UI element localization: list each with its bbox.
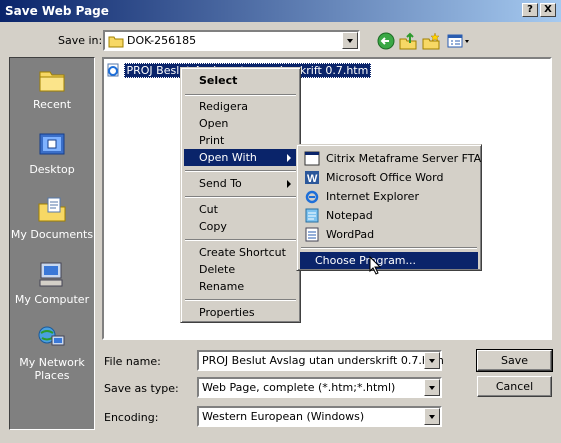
my-computer-icon	[39, 262, 63, 287]
ie-html-file-icon	[107, 63, 119, 77]
file-name-field[interactable]: PROJ Beslut Avslag utan underskrift 0.7.…	[197, 350, 444, 371]
menu-item-create-shortcut[interactable]: Create Shortcut	[184, 244, 297, 261]
menu-item-delete[interactable]: Delete	[184, 261, 297, 278]
encoding-label: Encoding:	[104, 411, 159, 424]
place-network[interactable]: My Network Places	[10, 324, 94, 382]
menu-item-open-with[interactable]: Open With	[184, 149, 297, 166]
submenu-item-citrix[interactable]: Citrix Metaframe Server FTA	[300, 150, 481, 167]
menu-separator	[185, 299, 296, 301]
folder-icon	[108, 36, 124, 48]
word-icon: W	[305, 171, 319, 185]
chevron-down-icon[interactable]	[342, 32, 358, 49]
save-in-value: DOK-256185	[127, 34, 197, 47]
notepad-icon	[305, 208, 319, 223]
menu-item-properties[interactable]: Properties	[184, 304, 297, 321]
chevron-down-icon[interactable]	[424, 408, 440, 425]
menu-item-cut[interactable]: Cut	[184, 201, 297, 218]
menu-item-send-to[interactable]: Send To	[184, 175, 297, 192]
menu-separator	[185, 239, 296, 241]
recent-icon	[39, 71, 65, 92]
menu-item-rename[interactable]: Rename	[184, 278, 297, 295]
citrix-icon	[304, 151, 320, 166]
place-recent[interactable]: Recent	[10, 66, 94, 111]
menu-item-open[interactable]: Open	[184, 115, 297, 132]
file-name-label: File name:	[104, 355, 161, 368]
menu-item-copy[interactable]: Copy	[184, 218, 297, 235]
menu-item-redigera[interactable]: Redigera	[184, 98, 297, 115]
file-name-value: PROJ Beslut Avslag utan underskrift 0.7.…	[202, 354, 444, 367]
views-menu-icon[interactable]	[446, 31, 472, 51]
cancel-button[interactable]: Cancel	[477, 376, 552, 397]
places-bar: Recent Desktop My Documents My Computer	[9, 57, 95, 430]
place-desktop[interactable]: Desktop	[10, 131, 94, 176]
menu-item-print[interactable]: Print	[184, 132, 297, 149]
menu-separator	[185, 170, 296, 172]
up-folder-icon[interactable]	[398, 31, 418, 51]
save-as-type-label: Save as type:	[104, 382, 179, 395]
place-my-computer[interactable]: My Computer	[10, 261, 94, 306]
back-icon[interactable]	[376, 31, 396, 51]
network-places-icon	[38, 326, 65, 346]
menu-item-select[interactable]: Select	[184, 72, 297, 89]
new-folder-icon[interactable]	[421, 31, 441, 51]
my-documents-icon	[38, 197, 66, 222]
menu-separator	[301, 247, 477, 249]
open-with-submenu: Citrix Metaframe Server FTA W Microsoft …	[296, 144, 482, 271]
submenu-item-notepad[interactable]: Notepad	[300, 207, 478, 224]
desktop-icon	[39, 133, 65, 155]
chevron-down-icon[interactable]	[424, 352, 440, 369]
save-in-combo[interactable]: DOK-256185	[103, 30, 360, 51]
window-title: Save Web Page	[5, 4, 109, 18]
encoding-select[interactable]: Western European (Windows)	[197, 406, 442, 427]
context-menu: Select Redigera Open Print Open With Sen…	[180, 67, 301, 323]
submenu-arrow-icon	[287, 154, 291, 162]
ie-icon	[305, 190, 319, 204]
submenu-item-choose-program[interactable]: Choose Program...	[300, 252, 478, 269]
svg-text:W: W	[307, 173, 318, 185]
save-button[interactable]: Save	[476, 349, 553, 372]
menu-separator	[185, 196, 296, 198]
title-bar: Save Web Page ? X	[0, 0, 561, 22]
submenu-arrow-icon	[287, 180, 291, 188]
help-button[interactable]: ?	[522, 3, 538, 17]
submenu-item-word[interactable]: W Microsoft Office Word	[300, 169, 478, 186]
place-my-documents[interactable]: My Documents	[10, 196, 94, 241]
close-button[interactable]: X	[540, 3, 556, 17]
submenu-item-ie[interactable]: Internet Explorer	[300, 188, 478, 205]
mouse-cursor-icon	[369, 256, 382, 275]
menu-separator	[185, 94, 296, 96]
save-as-type-select[interactable]: Web Page, complete (*.htm;*.html)	[197, 377, 442, 398]
encoding-value: Western European (Windows)	[202, 410, 365, 423]
wordpad-icon	[305, 227, 319, 242]
submenu-item-wordpad[interactable]: WordPad	[300, 226, 478, 243]
save-in-label: Save in:	[58, 34, 103, 47]
save-as-type-value: Web Page, complete (*.htm;*.html)	[202, 381, 396, 394]
chevron-down-icon[interactable]	[424, 379, 440, 396]
